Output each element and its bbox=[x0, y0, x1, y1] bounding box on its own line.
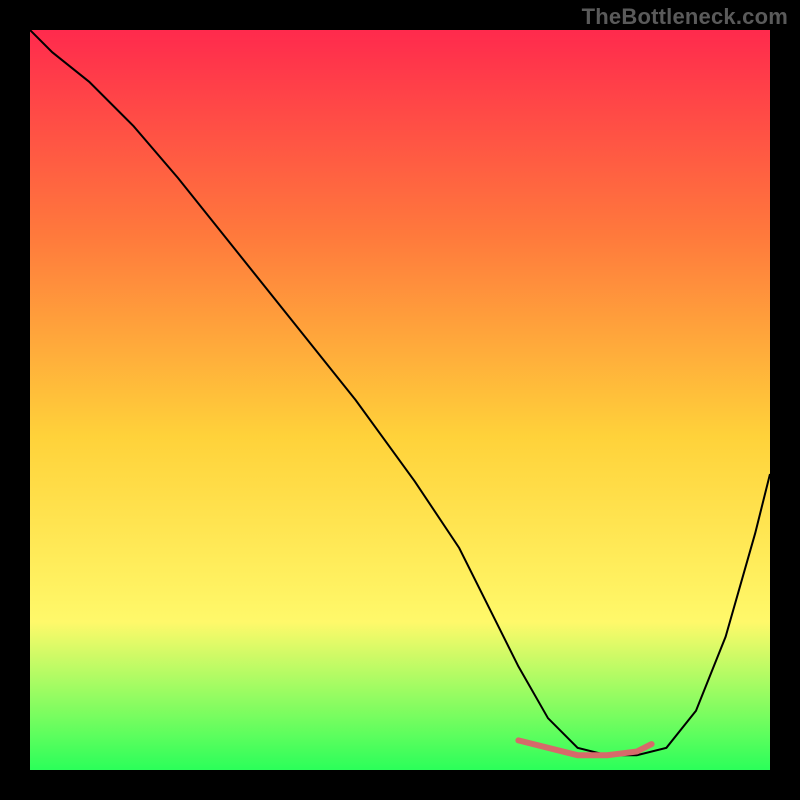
chart-frame: TheBottleneck.com bbox=[0, 0, 800, 800]
plot-area bbox=[30, 30, 770, 770]
gradient-background bbox=[30, 30, 770, 770]
chart-svg bbox=[30, 30, 770, 770]
watermark-text: TheBottleneck.com bbox=[582, 4, 788, 30]
